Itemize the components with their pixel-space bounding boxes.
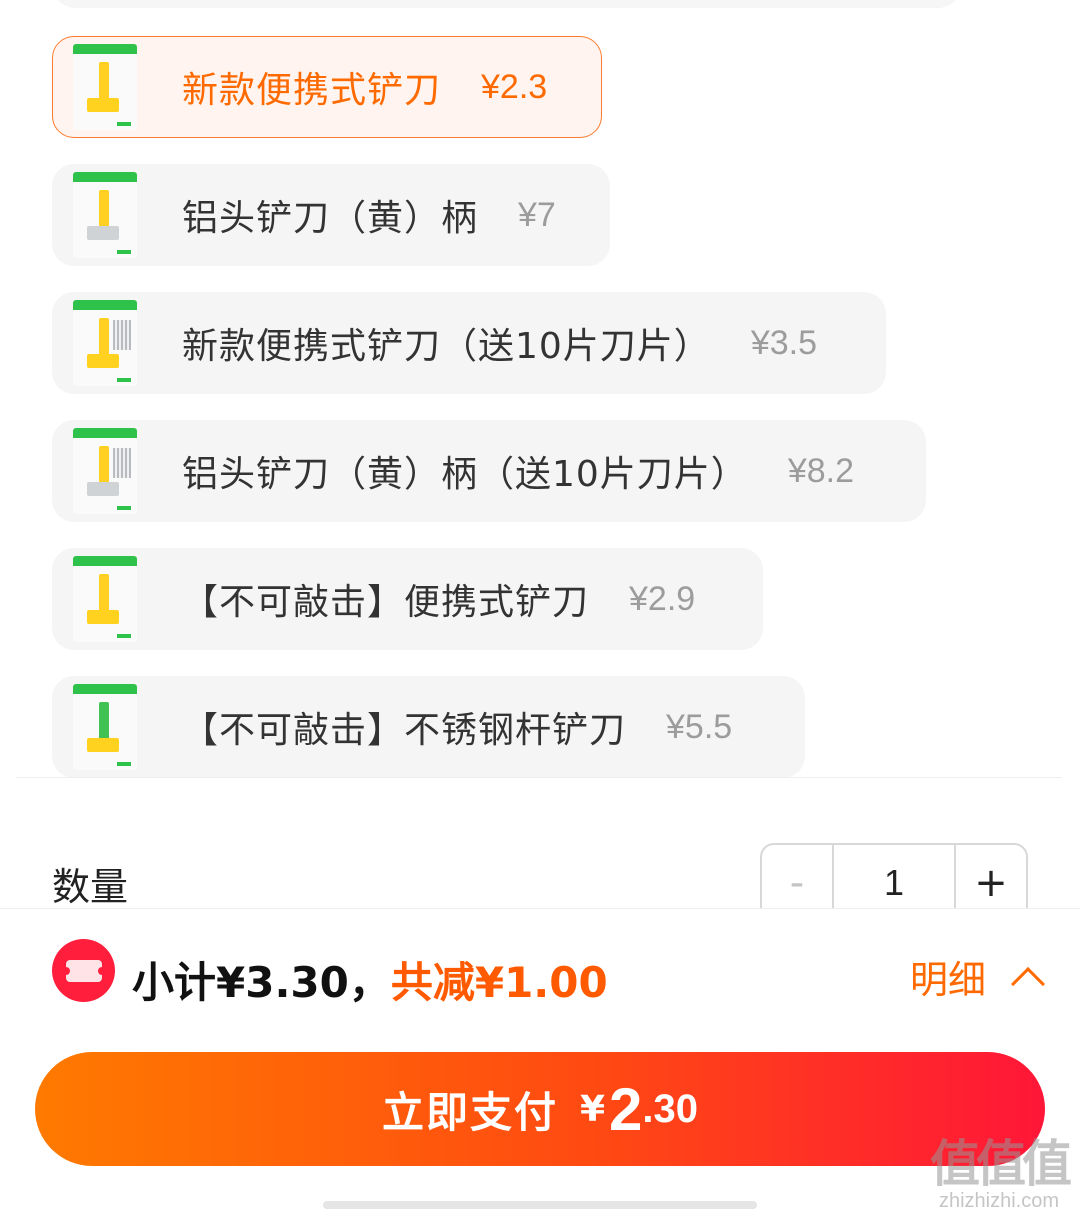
- product-thumbnail: [73, 428, 137, 514]
- divider: [16, 777, 1062, 778]
- home-indicator[interactable]: [323, 1201, 757, 1209]
- pay-amount-decimal: .30: [642, 1086, 699, 1131]
- detail-toggle[interactable]: 明细: [910, 949, 1045, 1004]
- option-name: 铝头铲刀（黄）柄: [182, 198, 479, 239]
- product-thumbnail: [73, 556, 137, 642]
- discount-text: 共减¥1.00: [390, 958, 608, 1007]
- option-chip[interactable]: 新款便携式铲刀（送10片刀片） ¥3.5: [52, 292, 886, 394]
- product-thumbnail: [73, 684, 137, 770]
- pay-label: 立即支付: [381, 1087, 558, 1137]
- sku-selector-page: 新款便携式铲刀 ¥2.3 铝头铲刀（黄）柄 ¥7 新款便携式铲刀（送10片刀片）…: [0, 0, 1080, 1211]
- product-thumbnail: [73, 300, 137, 386]
- option-chip-cutoff[interactable]: [52, 0, 962, 8]
- site-watermark: 值值值 zhizhizhi.com: [930, 1124, 1072, 1211]
- pay-amount-integer: 2: [609, 1075, 643, 1143]
- option-name: 【不可敲击】便携式铲刀: [182, 582, 590, 623]
- pay-now-button[interactable]: 立即支付 ¥ 2 .30: [35, 1052, 1045, 1166]
- product-thumbnail: [73, 44, 137, 130]
- option-chip[interactable]: 新款便携式铲刀 ¥2.3: [52, 36, 602, 138]
- option-name: 铝头铲刀（黄）柄（送10片刀片）: [182, 454, 748, 495]
- option-name: 【不可敲击】不锈钢杆铲刀: [182, 710, 627, 751]
- option-name: 新款便携式铲刀（送10片刀片）: [182, 326, 711, 367]
- quantity-label: 数量: [52, 865, 129, 909]
- option-price: ¥2.3: [481, 67, 548, 106]
- option-chip[interactable]: 铝头铲刀（黄）柄（送10片刀片） ¥8.2: [52, 420, 926, 522]
- pay-currency: ¥: [579, 1088, 606, 1130]
- coupon-ticket-icon: [52, 939, 115, 1002]
- option-price: ¥5.5: [666, 707, 733, 746]
- option-price: ¥8.2: [787, 451, 854, 490]
- subtotal-text: 小计¥3.30，: [132, 958, 391, 1007]
- option-name: 新款便携式铲刀: [182, 70, 442, 111]
- option-price: ¥2.9: [629, 579, 696, 618]
- option-chip[interactable]: 【不可敲击】不锈钢杆铲刀 ¥5.5: [52, 676, 805, 778]
- product-thumbnail: [73, 172, 137, 258]
- detail-label: 明细: [910, 958, 987, 1002]
- option-price: ¥3.5: [750, 323, 817, 362]
- price-summary: 小计¥3.30， 共减¥1.00: [132, 949, 608, 1010]
- option-chip[interactable]: 铝头铲刀（黄）柄 ¥7: [52, 164, 610, 266]
- chevron-up-icon: [1011, 966, 1045, 1001]
- watermark-logo: 值值值: [930, 1135, 1072, 1193]
- checkout-bar: 小计¥3.30， 共减¥1.00 明细 立即支付 ¥ 2 .30 值值值 zhi…: [0, 908, 1080, 1211]
- option-price: ¥7: [518, 195, 556, 234]
- option-chip[interactable]: 【不可敲击】便携式铲刀 ¥2.9: [52, 548, 763, 650]
- watermark-site: zhizhizhi.com: [938, 1190, 1060, 1211]
